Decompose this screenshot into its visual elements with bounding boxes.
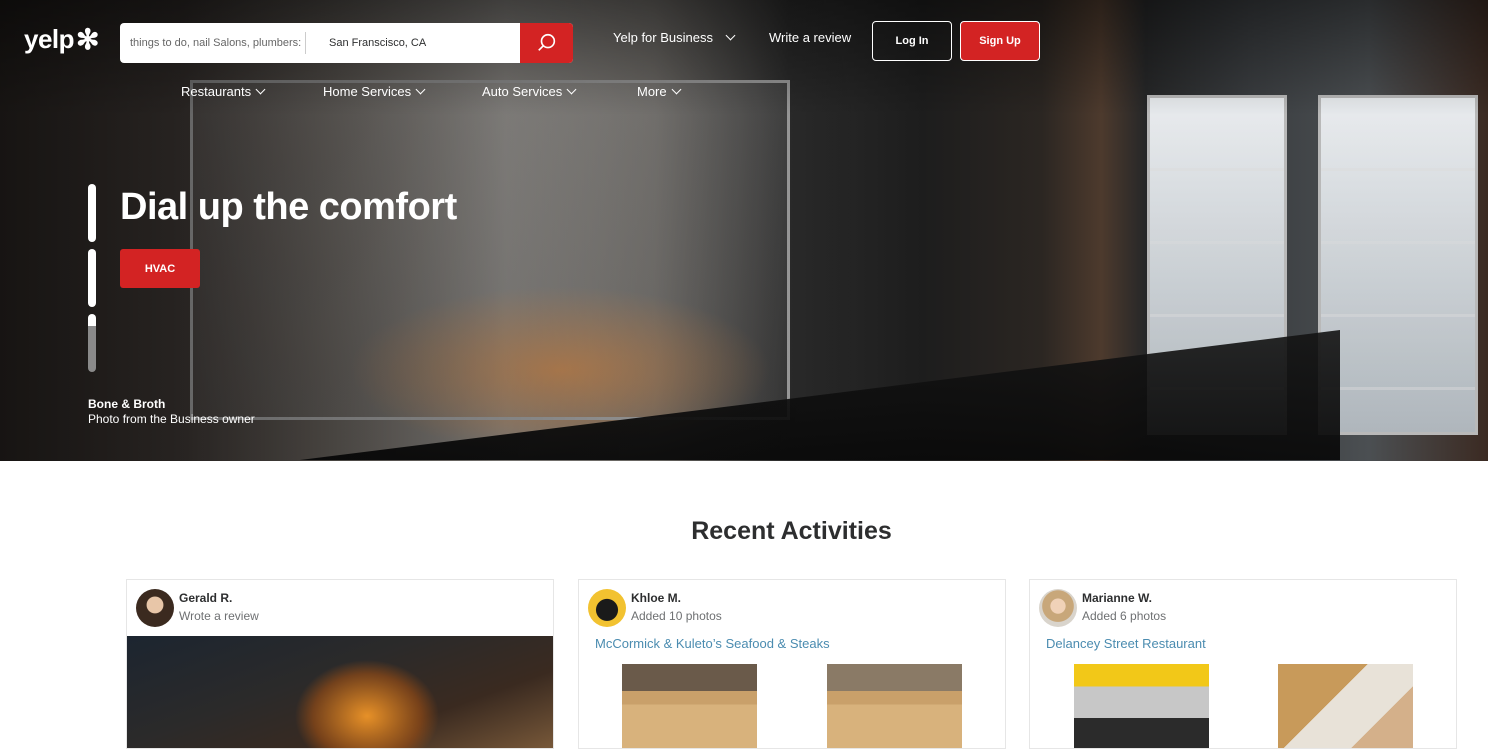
review-photo[interactable] — [127, 636, 553, 748]
hero-overlay — [0, 0, 1488, 461]
user-name[interactable]: Marianne W. — [1082, 591, 1152, 605]
logo-text: yelp — [24, 24, 75, 54]
category-restaurants[interactable]: Restaurants — [181, 84, 266, 99]
yelp-for-business-menu[interactable]: Yelp for Business — [613, 30, 736, 45]
yelp-burst-icon: ✻ — [76, 23, 99, 55]
write-review-label: Write a review — [769, 30, 852, 45]
user-name[interactable]: Khloe M. — [631, 591, 681, 605]
activity-card[interactable]: Marianne W. Added 6 photos Delancey Stre… — [1029, 579, 1457, 749]
business-photo[interactable] — [1074, 664, 1209, 748]
search-bar: things to do, nail Salons, plumbers: San… — [120, 23, 573, 63]
activity-card[interactable]: Gerald R. Wrote a review — [126, 579, 554, 749]
search-find-placeholder: things to do, nail Salons, plumbers: — [130, 37, 302, 49]
hero-cta-button[interactable]: HVAC — [120, 249, 200, 288]
user-action: Added 6 photos — [1082, 609, 1167, 623]
search-find-input[interactable]: things to do, nail Salons, plumbers: — [120, 32, 306, 54]
login-button[interactable]: Log In — [872, 21, 952, 61]
carousel-progress-indicator[interactable] — [88, 184, 96, 242]
chevron-down-icon — [725, 30, 736, 41]
chevron-down-icon — [415, 84, 426, 95]
business-photo[interactable] — [827, 664, 962, 748]
category-home-services[interactable]: Home Services — [323, 84, 426, 99]
category-label: Home Services — [323, 84, 412, 99]
avatar[interactable] — [136, 589, 174, 627]
carousel-progress-indicator[interactable] — [88, 249, 96, 307]
category-label: More — [637, 84, 667, 99]
chevron-down-icon — [566, 84, 577, 95]
avatar[interactable] — [588, 589, 626, 627]
chevron-down-icon — [671, 84, 682, 95]
avatar[interactable] — [1039, 589, 1077, 627]
hero-photo-credit: Photo from the Business owner — [88, 412, 255, 426]
category-label: Restaurants — [181, 84, 252, 99]
hero-business-link[interactable]: Bone & Broth — [88, 397, 165, 411]
carousel-progress-indicator-active[interactable] — [88, 314, 96, 372]
yelp-logo[interactable]: yelp ✻ — [24, 24, 99, 55]
search-button[interactable] — [520, 23, 573, 63]
hero-banner — [0, 0, 1488, 461]
recent-activities-title: Recent Activities — [691, 517, 892, 545]
yelp-for-business-label: Yelp for Business — [613, 30, 713, 45]
chevron-down-icon — [255, 84, 266, 95]
category-label: Auto Services — [482, 84, 563, 99]
user-name[interactable]: Gerald R. — [179, 591, 232, 605]
hero-headline: Dial up the comfort — [120, 186, 457, 228]
business-link[interactable]: McCormick & Kuleto’s Seafood & Steaks — [595, 636, 830, 651]
write-review-link[interactable]: Write a review — [769, 30, 851, 45]
business-photo[interactable] — [1278, 664, 1413, 748]
activity-card[interactable]: Khloe M. Added 10 photos McCormick & Kul… — [578, 579, 1006, 749]
search-near-value: San Franscisco, CA — [329, 37, 427, 49]
category-auto-services[interactable]: Auto Services — [482, 84, 577, 99]
user-action: Added 10 photos — [631, 609, 722, 623]
user-action: Wrote a review — [179, 609, 259, 623]
business-link[interactable]: Delancey Street Restaurant — [1046, 636, 1206, 651]
search-near-input[interactable]: San Franscisco, CA — [306, 23, 520, 63]
signup-button[interactable]: Sign Up — [960, 21, 1040, 61]
search-icon — [537, 33, 555, 51]
business-photo[interactable] — [622, 664, 757, 748]
category-more[interactable]: More — [637, 84, 682, 99]
